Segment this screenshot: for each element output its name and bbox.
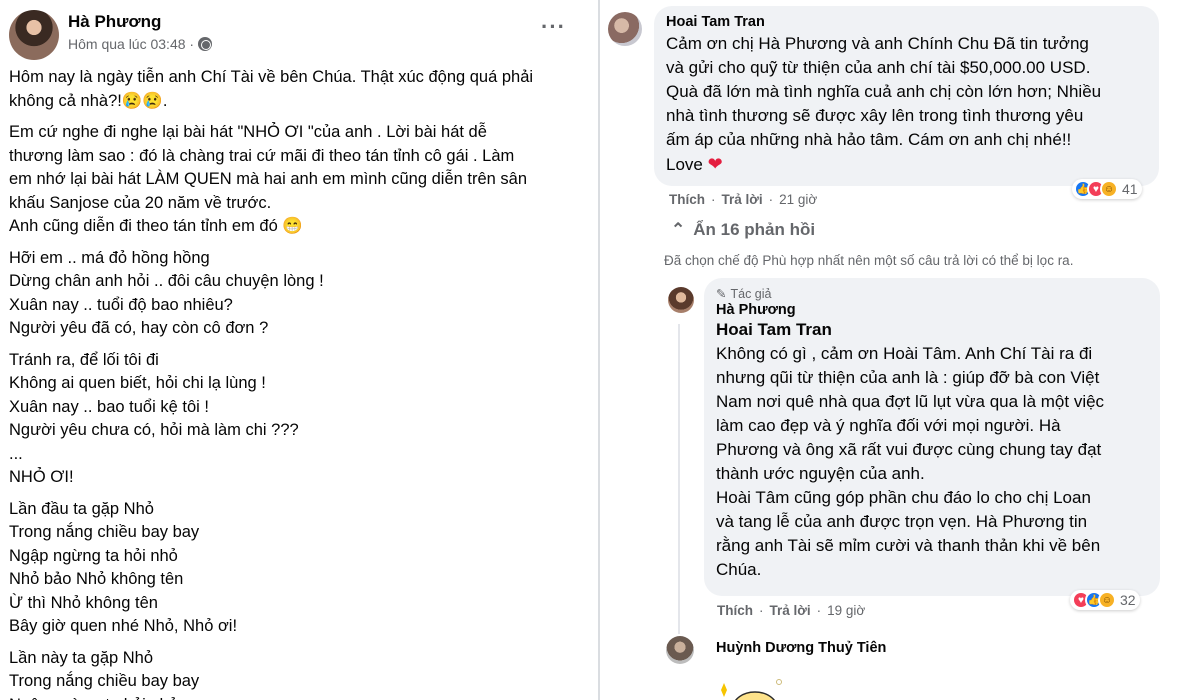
comment-line: Quà đã lớn mà tình nghĩa cuả anh chị còn… <box>666 82 1102 101</box>
reaction-count: 41 <box>1122 181 1138 197</box>
sticker-image <box>721 679 782 700</box>
reply-line: Hoài Tâm cũng góp phần chu đáo lo cho ch… <box>716 488 1091 507</box>
comment-text: Cảm ơn chị Hà Phương và anh Chính Chu Đã… <box>666 32 1147 177</box>
pencil-icon: ✎ <box>716 287 727 301</box>
like-link[interactable]: Thích <box>669 192 705 207</box>
three-dots-icon[interactable]: ··· <box>541 16 566 38</box>
post-paragraph: Lần này ta gặp Nhỏ Trong nắng chiều bay b… <box>9 647 589 700</box>
post-line: NHỎ ƠI! <box>9 468 74 486</box>
post-line: Xuân nay .. bao tuổi kệ tôi ! <box>9 397 209 416</box>
comment-time[interactable]: 21 giờ <box>779 192 817 207</box>
commenter-name[interactable]: Hoai Tam Tran <box>666 14 1147 30</box>
separator: · <box>768 192 774 207</box>
post-line: Anh cũng diễn đi theo tán tỉnh em đó 😁 <box>9 217 303 235</box>
post-author-name[interactable]: Hà Phương <box>68 12 161 32</box>
post-line: Người yêu chưa có, hỏi mà làm chi ??? <box>9 421 299 439</box>
reply-bubble: ✎ Tác giả Hà Phương Hoai Tam Tran Không … <box>704 278 1160 596</box>
chevron-up-icon: ⌃ <box>671 220 686 239</box>
reply-link[interactable]: Trả lời <box>722 192 763 207</box>
post-line: Hôm nay là ngày tiễn anh Chí Tài về bên … <box>9 68 534 86</box>
tagged-user[interactable]: Hoai Tam Tran <box>716 320 1148 340</box>
reply-time[interactable]: 19 giờ <box>827 603 865 618</box>
post-meta: Hôm qua lúc 03:48 · <box>68 36 213 52</box>
author-avatar[interactable] <box>9 10 59 60</box>
post-paragraph: Tránh ra, để lối tôi đi Không ai quen biế… <box>9 349 589 490</box>
post-paragraph: Hôm nay là ngày tiễn anh Chí Tài về bên … <box>9 66 589 113</box>
post-line: Tránh ra, để lối tôi đi <box>9 350 159 369</box>
reply-line: Nam nơi quê nhà qua đợt lũ lụt vừa qua l… <box>716 392 1105 411</box>
commenter-name[interactable]: Huỳnh Dương Thuỷ Tiên <box>716 640 886 656</box>
post-timestamp[interactable]: Hôm qua lúc 03:48 · <box>68 36 194 52</box>
reaction-summary[interactable]: 👍 ♥ ☺ 41 <box>1072 179 1142 199</box>
author-badge: ✎ Tác giả <box>716 286 1148 302</box>
comment-line: Cảm ơn chị Hà Phương và anh Chính Chu Đã… <box>666 34 1089 53</box>
post-line: Ừ thì Nhỏ không tên <box>9 593 158 612</box>
care-reaction-icon: ☺ <box>1100 180 1118 198</box>
reply-link[interactable]: Trả lời <box>770 603 811 618</box>
reply-author-avatar[interactable] <box>668 287 694 313</box>
panel-divider <box>598 0 600 700</box>
separator: · <box>711 192 716 207</box>
post-line: Trong nắng chiều bay bay <box>9 523 200 541</box>
post-card: Hà Phương Hôm qua lúc 03:48 · ··· Hôm na… <box>0 0 598 700</box>
post-line: Dừng chân anh hỏi .. đôi câu chuyện lòng… <box>9 272 324 290</box>
post-line: Nhỏ bảo Nhỏ không tên <box>9 570 184 588</box>
author-badge-label: Tác giả <box>730 286 772 301</box>
post-line: thương làm sao : đó là chàng trai cứ mãi… <box>9 146 515 165</box>
post-line: Hỡi em .. má đỏ hồng hồng <box>9 248 210 267</box>
thread-line <box>678 324 680 634</box>
post-paragraph: Hỡi em .. má đỏ hồng hồng Dừng chân anh h… <box>9 247 589 341</box>
reaction-summary[interactable]: ♥ 👍 ☺ 32 <box>1070 590 1140 610</box>
comment-bubble: Hoai Tam Tran Cảm ơn chị Hà Phương và an… <box>654 6 1159 186</box>
care-reaction-icon: ☺ <box>1098 591 1116 609</box>
comment-line: Love ❤ <box>666 152 1147 177</box>
reply-author-name[interactable]: Hà Phương <box>716 302 1148 318</box>
post-paragraph: Em cứ nghe đi nghe lại bài hát "NHỎ ƠI "… <box>9 121 589 239</box>
post-line: Trong nắng chiều bay bay <box>9 672 200 690</box>
post-line: ... <box>9 444 23 463</box>
post-body: Hôm nay là ngày tiễn anh Chí Tài về bên … <box>9 66 589 700</box>
commenter-avatar[interactable] <box>608 12 642 46</box>
comment-love-text: Love <box>666 155 703 174</box>
commenter-avatar[interactable] <box>666 636 694 664</box>
hide-replies-toggle[interactable]: ⌃ Ẩn 16 phản hồi <box>671 220 815 240</box>
separator: · <box>759 603 764 618</box>
post-line: Ngập ngừng ta hỏi nhỏ <box>9 694 589 700</box>
reaction-count: 32 <box>1120 592 1136 608</box>
post-line: không cả nhà?!😢😢. <box>9 91 168 110</box>
post-line: em nhớ lại bài hát LÀM QUEN mà hai anh e… <box>9 170 528 188</box>
reply-line: làm cao đẹp và ý nghĩa đối với mọi người… <box>716 416 1061 435</box>
reply-text: Không có gì , cảm ơn Hoài Tâm. Anh Chí T… <box>716 342 1148 582</box>
heart-icon: ❤ <box>707 154 723 174</box>
post-line: Lần này ta gặp Nhỏ <box>9 648 154 667</box>
post-line: Bây giờ quen nhé Nhỏ, Nhỏ ơi! <box>9 617 238 635</box>
hide-replies-label: Ẩn 16 phản hồi <box>693 220 816 239</box>
post-line: khấu Sanjose của 20 năm về trước. <box>9 193 272 212</box>
reply-line: rằng anh Tài sẽ mỉm cười và thanh thản k… <box>716 536 1101 555</box>
post-line: Xuân nay .. tuổi độ bao nhiêu? <box>9 295 233 314</box>
comment-line: nhà tình thương sẽ được xây lên trong tì… <box>666 106 1084 125</box>
separator: · <box>816 603 822 618</box>
post-line: Người yêu đã có, hay còn cô đơn ? <box>9 319 269 337</box>
comment-thread: Hoai Tam Tran Cảm ơn chị Hà Phương và an… <box>602 0 1200 700</box>
post-paragraph: Lần đầu ta gặp Nhỏ Trong nắng chiều bay b… <box>9 498 589 639</box>
post-line: Không ai quen biết, hỏi chi lạ lùng ! <box>9 374 266 392</box>
reply-line: Phương và ông xã rất vui được cùng chung… <box>716 440 1102 459</box>
reply-line: Chúa. <box>716 560 762 579</box>
reply-line: nhưng qũi từ thiện của anh là : giúp đỡ … <box>716 368 1100 387</box>
comment-line: và gửi cho quỹ từ thiện của anh chí tài … <box>666 58 1091 77</box>
globe-icon <box>198 37 213 51</box>
post-line: Ngập ngừng ta hỏi nhỏ <box>9 546 178 565</box>
reply-line: Không có gì , cảm ơn Hoài Tâm. Anh Chí T… <box>716 344 1093 363</box>
comment-line: ấm áp của những nhà hảo tâm. Cám ơn anh … <box>666 130 1072 149</box>
reply-actions: Thích · Trả lời · 19 giờ <box>717 603 865 618</box>
post-line: Em cứ nghe đi nghe lại bài hát "NHỎ ƠI "… <box>9 123 487 141</box>
comment-actions: Thích · Trả lời · 21 giờ <box>669 192 817 207</box>
reply-line: thành ước nguyện của anh. <box>716 464 925 483</box>
like-link[interactable]: Thích <box>717 603 753 618</box>
post-line: Lần đầu ta gặp Nhỏ <box>9 499 154 518</box>
filter-note: Đã chọn chế độ Phù hợp nhất nên một số c… <box>664 253 1074 268</box>
reply-line: và tang lễ của anh được trọn vẹn. Hà Phư… <box>716 512 1088 531</box>
